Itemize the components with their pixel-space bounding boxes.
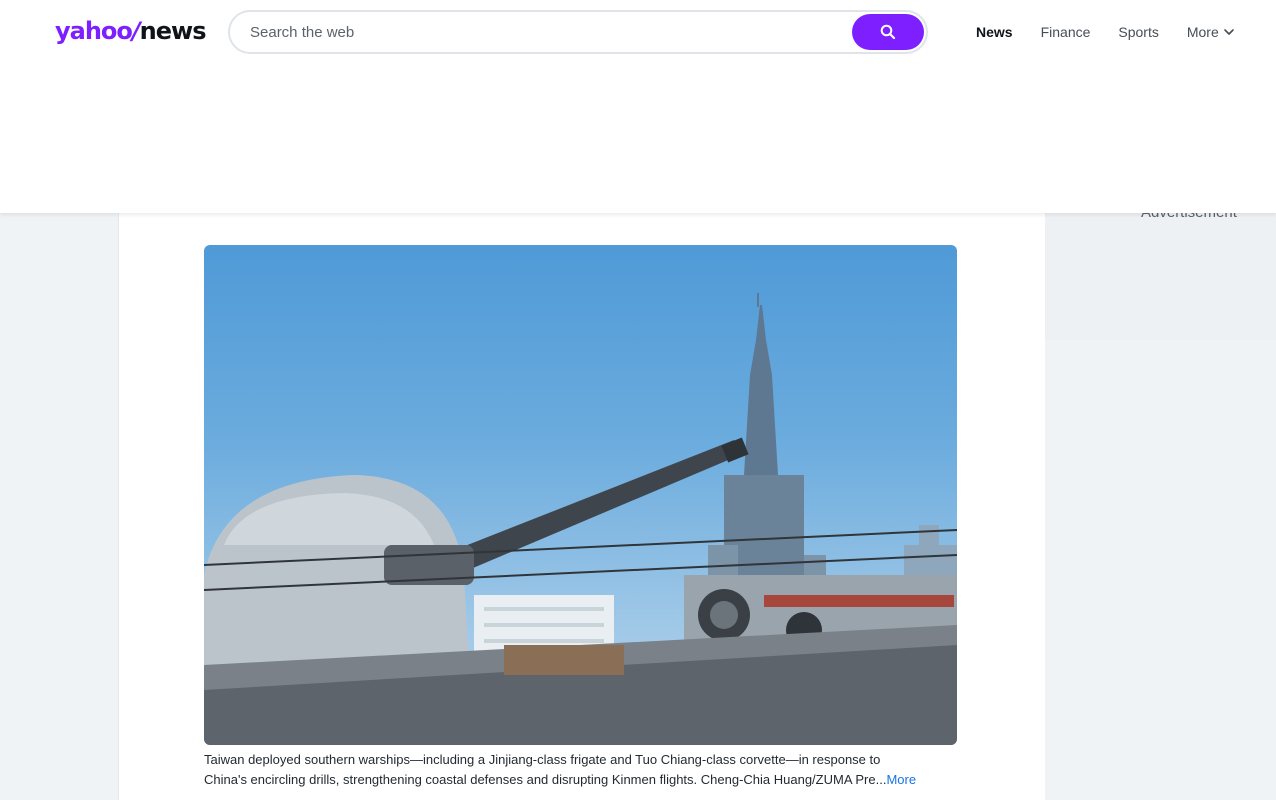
image-caption: Taiwan deployed southern warships—includ… xyxy=(204,750,957,790)
caption-line-2-text: China's encircling drills, strengthening… xyxy=(204,772,876,787)
article-hero-image[interactable] xyxy=(204,245,957,745)
yahoo-news-logo[interactable]: yahoo / news xyxy=(55,17,206,47)
nav-finance[interactable]: Finance xyxy=(1041,24,1091,40)
search-input[interactable] xyxy=(250,12,850,52)
search-button[interactable] xyxy=(852,14,924,50)
nav-news[interactable]: News xyxy=(976,24,1013,40)
search-icon xyxy=(880,24,896,40)
warship-gun-photo xyxy=(204,293,957,745)
caption-line-2: China's encircling drills, strengthening… xyxy=(204,770,957,790)
search-bar xyxy=(228,10,928,54)
caption-line-1: Taiwan deployed southern warships—includ… xyxy=(204,752,881,767)
caption-more-label: More xyxy=(886,772,917,787)
chevron-down-icon xyxy=(1223,29,1234,35)
nav-more-label: More xyxy=(1186,24,1219,40)
caption-more-link[interactable]: ...More xyxy=(876,770,916,790)
logo-news-text: news xyxy=(139,17,207,45)
advertisement-slot[interactable] xyxy=(1045,213,1276,340)
caption-ellipsis: ... xyxy=(875,772,887,787)
nav-more[interactable]: More xyxy=(1187,24,1236,40)
top-nav: News Finance Sports More xyxy=(976,22,1236,42)
logo-yahoo-text: yahoo xyxy=(55,17,133,45)
logo-slash: / xyxy=(131,17,141,45)
nav-sports[interactable]: Sports xyxy=(1118,24,1158,40)
site-header: yahoo/news News Finance Sports More xyxy=(0,0,1276,213)
